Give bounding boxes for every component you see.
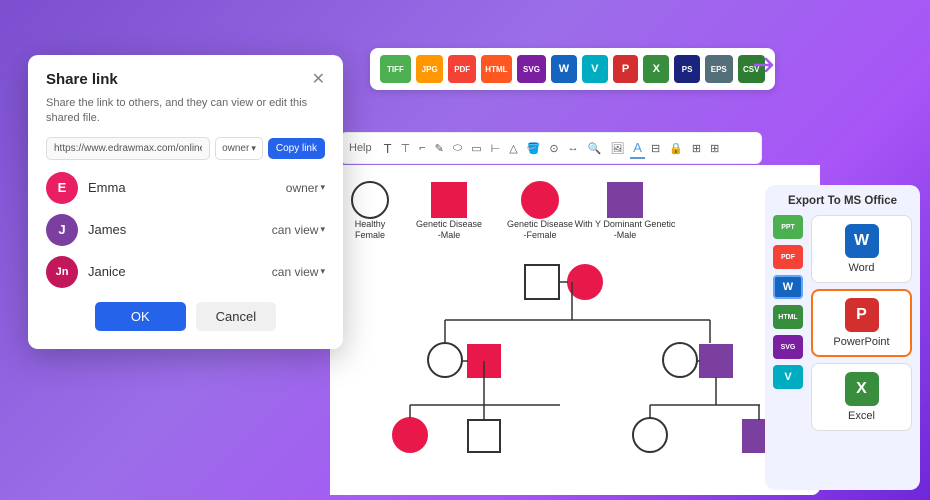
- dialog-header: Share link ✕: [46, 71, 325, 88]
- export-word-icon-button[interactable]: W: [551, 55, 577, 83]
- small-icon-html[interactable]: HTML: [773, 305, 803, 329]
- export-panel-title: Export To MS Office: [773, 195, 912, 207]
- svg-text:Healthy: Healthy: [355, 219, 386, 229]
- share-dialog: Share link ✕ Share the link to others, a…: [28, 55, 343, 349]
- user-row-emma: E Emma owner ▾: [46, 172, 325, 204]
- user-role-janice[interactable]: can view ▾: [272, 265, 325, 279]
- user-name-james: James: [88, 222, 262, 237]
- export-visio-button[interactable]: V: [582, 55, 608, 83]
- user-role-emma[interactable]: owner ▾: [286, 181, 325, 195]
- small-icon-pdf[interactable]: PDF: [773, 245, 803, 269]
- svg-text:Genetic Disease: Genetic Disease: [416, 219, 482, 229]
- export-word-button[interactable]: W Word: [811, 215, 912, 283]
- copy-link-button[interactable]: Copy link: [268, 138, 325, 159]
- close-icon[interactable]: ✕: [312, 72, 325, 88]
- tool-image-icon[interactable]: 🖼: [607, 140, 627, 157]
- word-label: Word: [848, 262, 874, 274]
- small-icon-word[interactable]: W: [773, 275, 803, 299]
- dropdown-chevron-icon: ▾: [251, 143, 256, 154]
- svg-text:-Male: -Male: [438, 230, 461, 240]
- powerpoint-label: PowerPoint: [833, 336, 889, 348]
- chevron-icon-janice: ▾: [320, 266, 325, 277]
- pedigree-diagram: Healthy Female Genetic Disease -Male Gen…: [330, 165, 820, 495]
- export-excel-button[interactable]: X: [643, 55, 669, 83]
- avatar-james: J: [46, 214, 78, 246]
- cancel-button[interactable]: Cancel: [196, 302, 276, 331]
- export-svg-button[interactable]: SVG: [517, 55, 546, 83]
- excel-icon: X: [845, 372, 879, 406]
- tool-lock-icon[interactable]: 🔒: [666, 140, 686, 157]
- help-toolbar: Help T ⊤ ⌐ ✎ ⬭ ▭ ⊢ △ 🪣 ⊙ ↔ 🔍 🖼 A ⊟ 🔒 ⊞ ⊞: [340, 132, 762, 164]
- dialog-description: Share the link to others, and they can v…: [46, 96, 325, 127]
- tool-table-icon[interactable]: ⊞: [689, 140, 704, 157]
- word-icon: W: [845, 224, 879, 258]
- tool-text-icon[interactable]: T: [381, 139, 395, 158]
- tool-pen-icon[interactable]: ✎: [432, 140, 447, 157]
- tool-dash-icon[interactable]: ⊟: [648, 140, 663, 157]
- user-name-emma: Emma: [88, 180, 276, 195]
- user-row-james: J James can view ▾: [46, 214, 325, 246]
- tool-shape1-icon[interactable]: ⊤: [398, 140, 414, 157]
- arrow-indicator: [750, 55, 780, 80]
- tool-box-icon[interactable]: ▭: [468, 140, 484, 157]
- avatar-emma: E: [46, 172, 78, 204]
- tool-zoom-icon[interactable]: 🔍: [585, 140, 605, 157]
- powerpoint-icon: P: [845, 298, 879, 332]
- export-format-toolbar: TIFF JPG PDF HTML SVG W V P X PS EPS CSV: [370, 48, 775, 90]
- svg-text:Genetic Disease: Genetic Disease: [507, 219, 573, 229]
- export-eps-button[interactable]: EPS: [705, 55, 733, 83]
- export-ps-button[interactable]: PS: [674, 55, 700, 83]
- tool-fill-icon[interactable]: 🪣: [524, 140, 544, 157]
- tool-line-icon[interactable]: ⊢: [488, 140, 504, 157]
- tool-oval-icon[interactable]: ⬭: [450, 140, 465, 157]
- export-excel-large-button[interactable]: X Excel: [811, 363, 912, 431]
- export-powerpoint-button[interactable]: P PowerPoint: [811, 289, 912, 357]
- owner-dropdown[interactable]: owner ▾: [215, 137, 263, 160]
- chevron-icon-emma: ▾: [320, 182, 325, 193]
- url-input[interactable]: [46, 137, 210, 160]
- export-pdf-button[interactable]: PDF: [448, 55, 476, 83]
- tool-select-icon[interactable]: ⊙: [546, 140, 561, 157]
- small-icon-svg[interactable]: SVG: [773, 335, 803, 359]
- export-panel: Export To MS Office PPT PDF W HTML SVG V…: [765, 185, 920, 490]
- tool-underline-icon[interactable]: A: [630, 138, 645, 159]
- export-ppt-button[interactable]: P: [613, 55, 639, 83]
- svg-text:Female: Female: [355, 230, 385, 240]
- owner-label: owner: [222, 143, 249, 154]
- tool-arrow-icon[interactable]: ↔: [565, 140, 582, 156]
- dialog-title: Share link: [46, 71, 118, 88]
- small-icon-ppt[interactable]: PPT: [773, 215, 803, 239]
- excel-label: Excel: [848, 410, 875, 422]
- export-html-button[interactable]: HTML: [481, 55, 512, 83]
- tool-mountain-icon[interactable]: △: [506, 140, 520, 157]
- help-label: Help: [349, 142, 372, 154]
- ok-button[interactable]: OK: [95, 302, 186, 331]
- tool-grid-icon[interactable]: ⊞: [707, 140, 722, 157]
- user-name-janice: Janice: [88, 264, 262, 279]
- url-row: owner ▾ Copy link: [46, 137, 325, 160]
- small-icon-visio[interactable]: V: [773, 365, 803, 389]
- users-list: E Emma owner ▾ J James can view ▾ Jn Jan…: [46, 172, 325, 288]
- svg-text:-Male: -Male: [614, 230, 637, 240]
- user-role-james[interactable]: can view ▾: [272, 223, 325, 237]
- tool-angle-icon[interactable]: ⌐: [416, 140, 428, 156]
- dialog-actions: OK Cancel: [46, 302, 325, 331]
- export-jpg-button[interactable]: JPG: [416, 55, 444, 83]
- avatar-janice: Jn: [46, 256, 78, 288]
- svg-text:With Y Dominant Genetic: With Y Dominant Genetic: [575, 219, 676, 229]
- user-row-janice: Jn Janice can view ▾: [46, 256, 325, 288]
- svg-text:-Female: -Female: [523, 230, 556, 240]
- chevron-icon-james: ▾: [320, 224, 325, 235]
- export-tiff-button[interactable]: TIFF: [380, 55, 411, 83]
